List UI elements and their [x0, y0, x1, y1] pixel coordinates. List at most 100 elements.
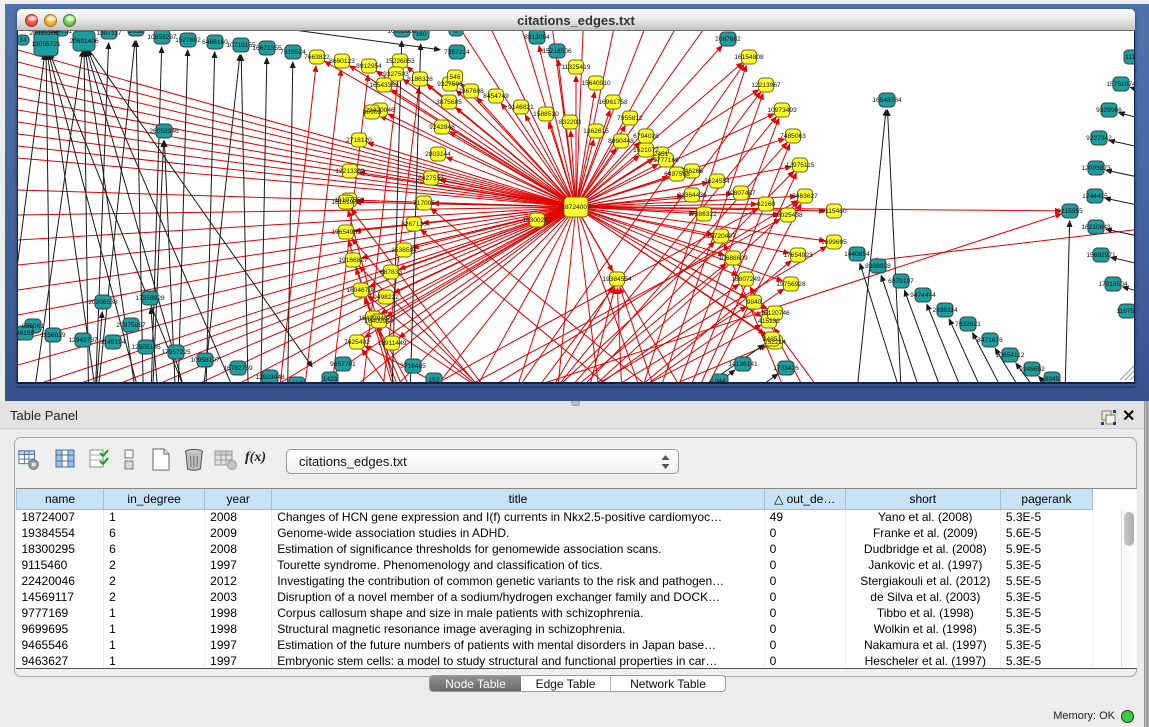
svg-text:12093873: 12093873: [1081, 165, 1111, 172]
svg-text:7955812: 7955812: [617, 115, 643, 122]
svg-text:21364436: 21364436: [677, 192, 707, 199]
svg-text:1145194: 1145194: [100, 339, 126, 346]
svg-text:12923448: 12923448: [255, 374, 285, 381]
svg-text:11325419: 11325419: [562, 64, 591, 71]
svg-text:1244415: 1244415: [1082, 193, 1108, 200]
svg-text:160: 160: [415, 31, 426, 38]
svg-text:20975867: 20975867: [116, 322, 146, 329]
svg-text:16154808: 16154808: [734, 54, 764, 61]
svg-text:10807487: 10807487: [726, 190, 756, 197]
svg-text:98903: 98903: [363, 109, 382, 116]
svg-text:16161973: 16161973: [331, 199, 361, 206]
svg-text:9845: 9845: [1045, 376, 1060, 382]
svg-text:12975115: 12975115: [786, 162, 815, 169]
svg-text:7663822: 7663822: [304, 54, 330, 61]
svg-text:8215955: 8215955: [1057, 208, 1083, 215]
svg-text:18807249: 18807249: [731, 276, 761, 283]
svg-text:10654112: 10654112: [996, 352, 1025, 359]
svg-text:9245652: 9245652: [1019, 366, 1045, 373]
svg-text:1527602: 1527602: [175, 37, 201, 44]
svg-text:9699695: 9699695: [821, 239, 847, 246]
svg-text:1538594: 1538594: [391, 247, 417, 254]
svg-text:9777169: 9777169: [653, 157, 679, 164]
svg-text:26053346: 26053346: [149, 128, 179, 135]
svg-text:8813054: 8813054: [524, 34, 550, 41]
svg-text:2718120: 2718120: [346, 137, 372, 144]
svg-text:1588520: 1588520: [533, 111, 559, 118]
svg-text:7625402: 7625402: [344, 339, 370, 346]
svg-text:16046708: 16046708: [346, 287, 376, 294]
svg-text:1733426: 1733426: [773, 365, 799, 372]
svg-text:16548784: 16548784: [872, 97, 902, 104]
svg-text:9146821: 9146821: [508, 104, 534, 111]
svg-text:2803144: 2803144: [425, 151, 451, 158]
svg-text:16033809: 16033809: [387, 31, 417, 35]
svg-text:7515524: 7515524: [280, 49, 306, 56]
svg-text:9329966: 9329966: [1096, 107, 1122, 114]
svg-text:17359928: 17359928: [135, 295, 165, 302]
svg-text:835061: 835061: [22, 323, 44, 330]
svg-text:19166827: 19166827: [338, 257, 368, 264]
svg-text:39159: 39159: [18, 330, 34, 337]
svg-text:24851: 24851: [763, 336, 782, 343]
svg-text:10688609: 10688609: [718, 255, 748, 262]
svg-text:944: 944: [714, 378, 725, 382]
svg-text:546: 546: [449, 74, 460, 81]
svg-text:15692971: 15692971: [1086, 252, 1116, 259]
svg-text:1440954: 1440954: [844, 251, 870, 258]
svg-text:887833: 887833: [380, 269, 402, 276]
svg-text:19654983: 19654983: [331, 229, 361, 236]
svg-text:16543362: 16543362: [369, 82, 399, 89]
svg-text:8427552: 8427552: [418, 175, 444, 182]
svg-text:9242848: 9242848: [429, 124, 455, 131]
svg-text:3267130: 3267130: [401, 221, 427, 228]
svg-text:997: 997: [291, 381, 302, 382]
svg-text:717005: 717005: [413, 200, 435, 207]
svg-text:17016504: 17016504: [1098, 281, 1128, 288]
svg-text:2867608: 2867608: [458, 88, 484, 95]
svg-text:184751: 184751: [50, 31, 72, 35]
svg-text:8454749: 8454749: [483, 93, 509, 100]
svg-text:16409949: 16409949: [364, 318, 394, 325]
svg-text:9840: 9840: [747, 299, 762, 306]
svg-text:15751074: 15751074: [1106, 81, 1135, 88]
svg-text:415132: 415132: [758, 318, 780, 325]
svg-text:9474444: 9474444: [910, 292, 936, 299]
svg-text:7485063: 7485063: [780, 133, 806, 140]
svg-text:9227342: 9227342: [1086, 135, 1112, 142]
svg-text:3875685: 3875685: [436, 99, 462, 106]
svg-text:9327503: 9327503: [383, 71, 409, 78]
svg-text:2935114: 2935114: [932, 307, 958, 314]
svg-text:7886322: 7886322: [691, 211, 717, 218]
svg-text:8938928: 8938928: [865, 263, 891, 270]
svg-text:7357224: 7357224: [444, 49, 470, 56]
svg-text:9115460: 9115460: [821, 208, 847, 215]
svg-text:1362615: 1362615: [583, 128, 609, 135]
svg-text:116753: 116753: [1116, 308, 1135, 315]
svg-text:8990448: 8990448: [608, 138, 634, 145]
svg-text:18724007: 18724007: [561, 204, 591, 211]
svg-text:15720407: 15720407: [706, 233, 736, 240]
svg-text:9657791: 9657791: [330, 361, 356, 368]
svg-text:3716485: 3716485: [400, 363, 426, 370]
svg-text:8660123: 8660123: [329, 58, 355, 65]
svg-text:12505135: 12505135: [131, 344, 161, 351]
svg-text:1907117: 1907117: [96, 31, 122, 37]
svg-text:12213967: 12213967: [751, 82, 781, 89]
svg-text:15300293: 15300293: [522, 217, 552, 224]
svg-text:8912954: 8912954: [356, 63, 382, 70]
svg-text:14136141: 14136141: [728, 361, 758, 368]
svg-text:16961758: 16961758: [598, 99, 628, 106]
svg-text:15640910: 15640910: [581, 80, 611, 87]
svg-text:17654923: 17654923: [783, 252, 813, 259]
svg-text:8186328: 8186328: [407, 76, 433, 83]
svg-text:15218506: 15218506: [542, 48, 572, 55]
svg-text:1156829: 1156829: [40, 332, 66, 339]
svg-text:6879197: 6879197: [888, 278, 914, 285]
svg-text:10958107: 10958107: [190, 357, 220, 364]
svg-text:9327506: 9327506: [437, 81, 463, 88]
svg-text:9498222: 9498222: [373, 294, 399, 301]
svg-text:10025438: 10025438: [773, 212, 803, 219]
svg-text:832203: 832203: [559, 119, 581, 126]
svg-text:1423: 1423: [323, 376, 338, 382]
